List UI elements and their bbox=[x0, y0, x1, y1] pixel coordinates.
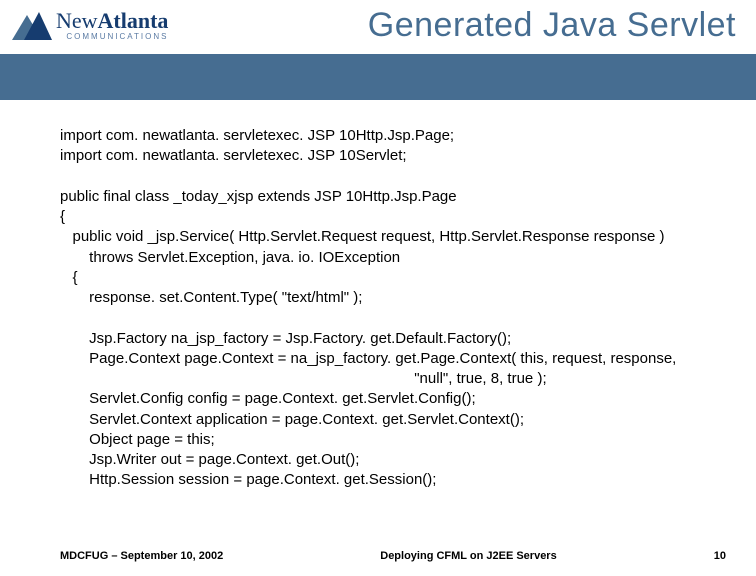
logo-main: Atlanta bbox=[98, 8, 169, 33]
logo-subtext: COMMUNICATIONS bbox=[56, 32, 168, 41]
code-line: Servlet.Context application = page.Conte… bbox=[60, 411, 524, 428]
footer-date: MDCFUG – September 10, 2002 bbox=[60, 550, 223, 562]
logo-name: NewAtlanta bbox=[56, 8, 168, 34]
footer-title: Deploying CFML on J2EE Servers bbox=[223, 550, 714, 562]
code-line: Jsp.Writer out = page.Context. get.Out()… bbox=[60, 451, 359, 468]
code-line: public final class _today_xjsp extends J… bbox=[60, 188, 457, 205]
code-line: import com. newatlanta. servletexec. JSP… bbox=[60, 127, 454, 144]
code-line: public void _jsp.Service( Http.Servlet.R… bbox=[60, 228, 664, 245]
slide-title: Generated Java Servlet bbox=[368, 6, 736, 45]
code-line: { bbox=[60, 208, 65, 225]
slide-header: NewAtlanta COMMUNICATIONS Generated Java… bbox=[0, 0, 756, 106]
code-line: Servlet.Config config = page.Context. ge… bbox=[60, 390, 476, 407]
code-line: "null", true, 8, true ); bbox=[60, 370, 547, 387]
logo-mark-icon bbox=[12, 10, 52, 40]
code-line: Jsp.Factory na_jsp_factory = Jsp.Factory… bbox=[60, 330, 511, 347]
page-number: 10 bbox=[714, 550, 726, 562]
code-line: Object page = this; bbox=[60, 431, 215, 448]
code-line: Page.Context page.Context = na_jsp_facto… bbox=[60, 350, 676, 367]
code-line: response. set.Content.Type( "text/html" … bbox=[60, 289, 362, 306]
code-line: { bbox=[60, 269, 78, 286]
slide-footer: MDCFUG – September 10, 2002 Deploying CF… bbox=[0, 550, 756, 562]
code-line: import com. newatlanta. servletexec. JSP… bbox=[60, 147, 407, 164]
code-line: Http.Session session = page.Context. get… bbox=[60, 471, 436, 488]
logo-prefix: New bbox=[56, 8, 98, 33]
logo-text: NewAtlanta COMMUNICATIONS bbox=[56, 8, 168, 41]
code-block: import com. newatlanta. servletexec. JSP… bbox=[60, 126, 726, 491]
header-bar bbox=[0, 54, 756, 100]
logo: NewAtlanta COMMUNICATIONS bbox=[12, 8, 168, 41]
code-line: throws Servlet.Exception, java. io. IOEx… bbox=[60, 249, 400, 266]
